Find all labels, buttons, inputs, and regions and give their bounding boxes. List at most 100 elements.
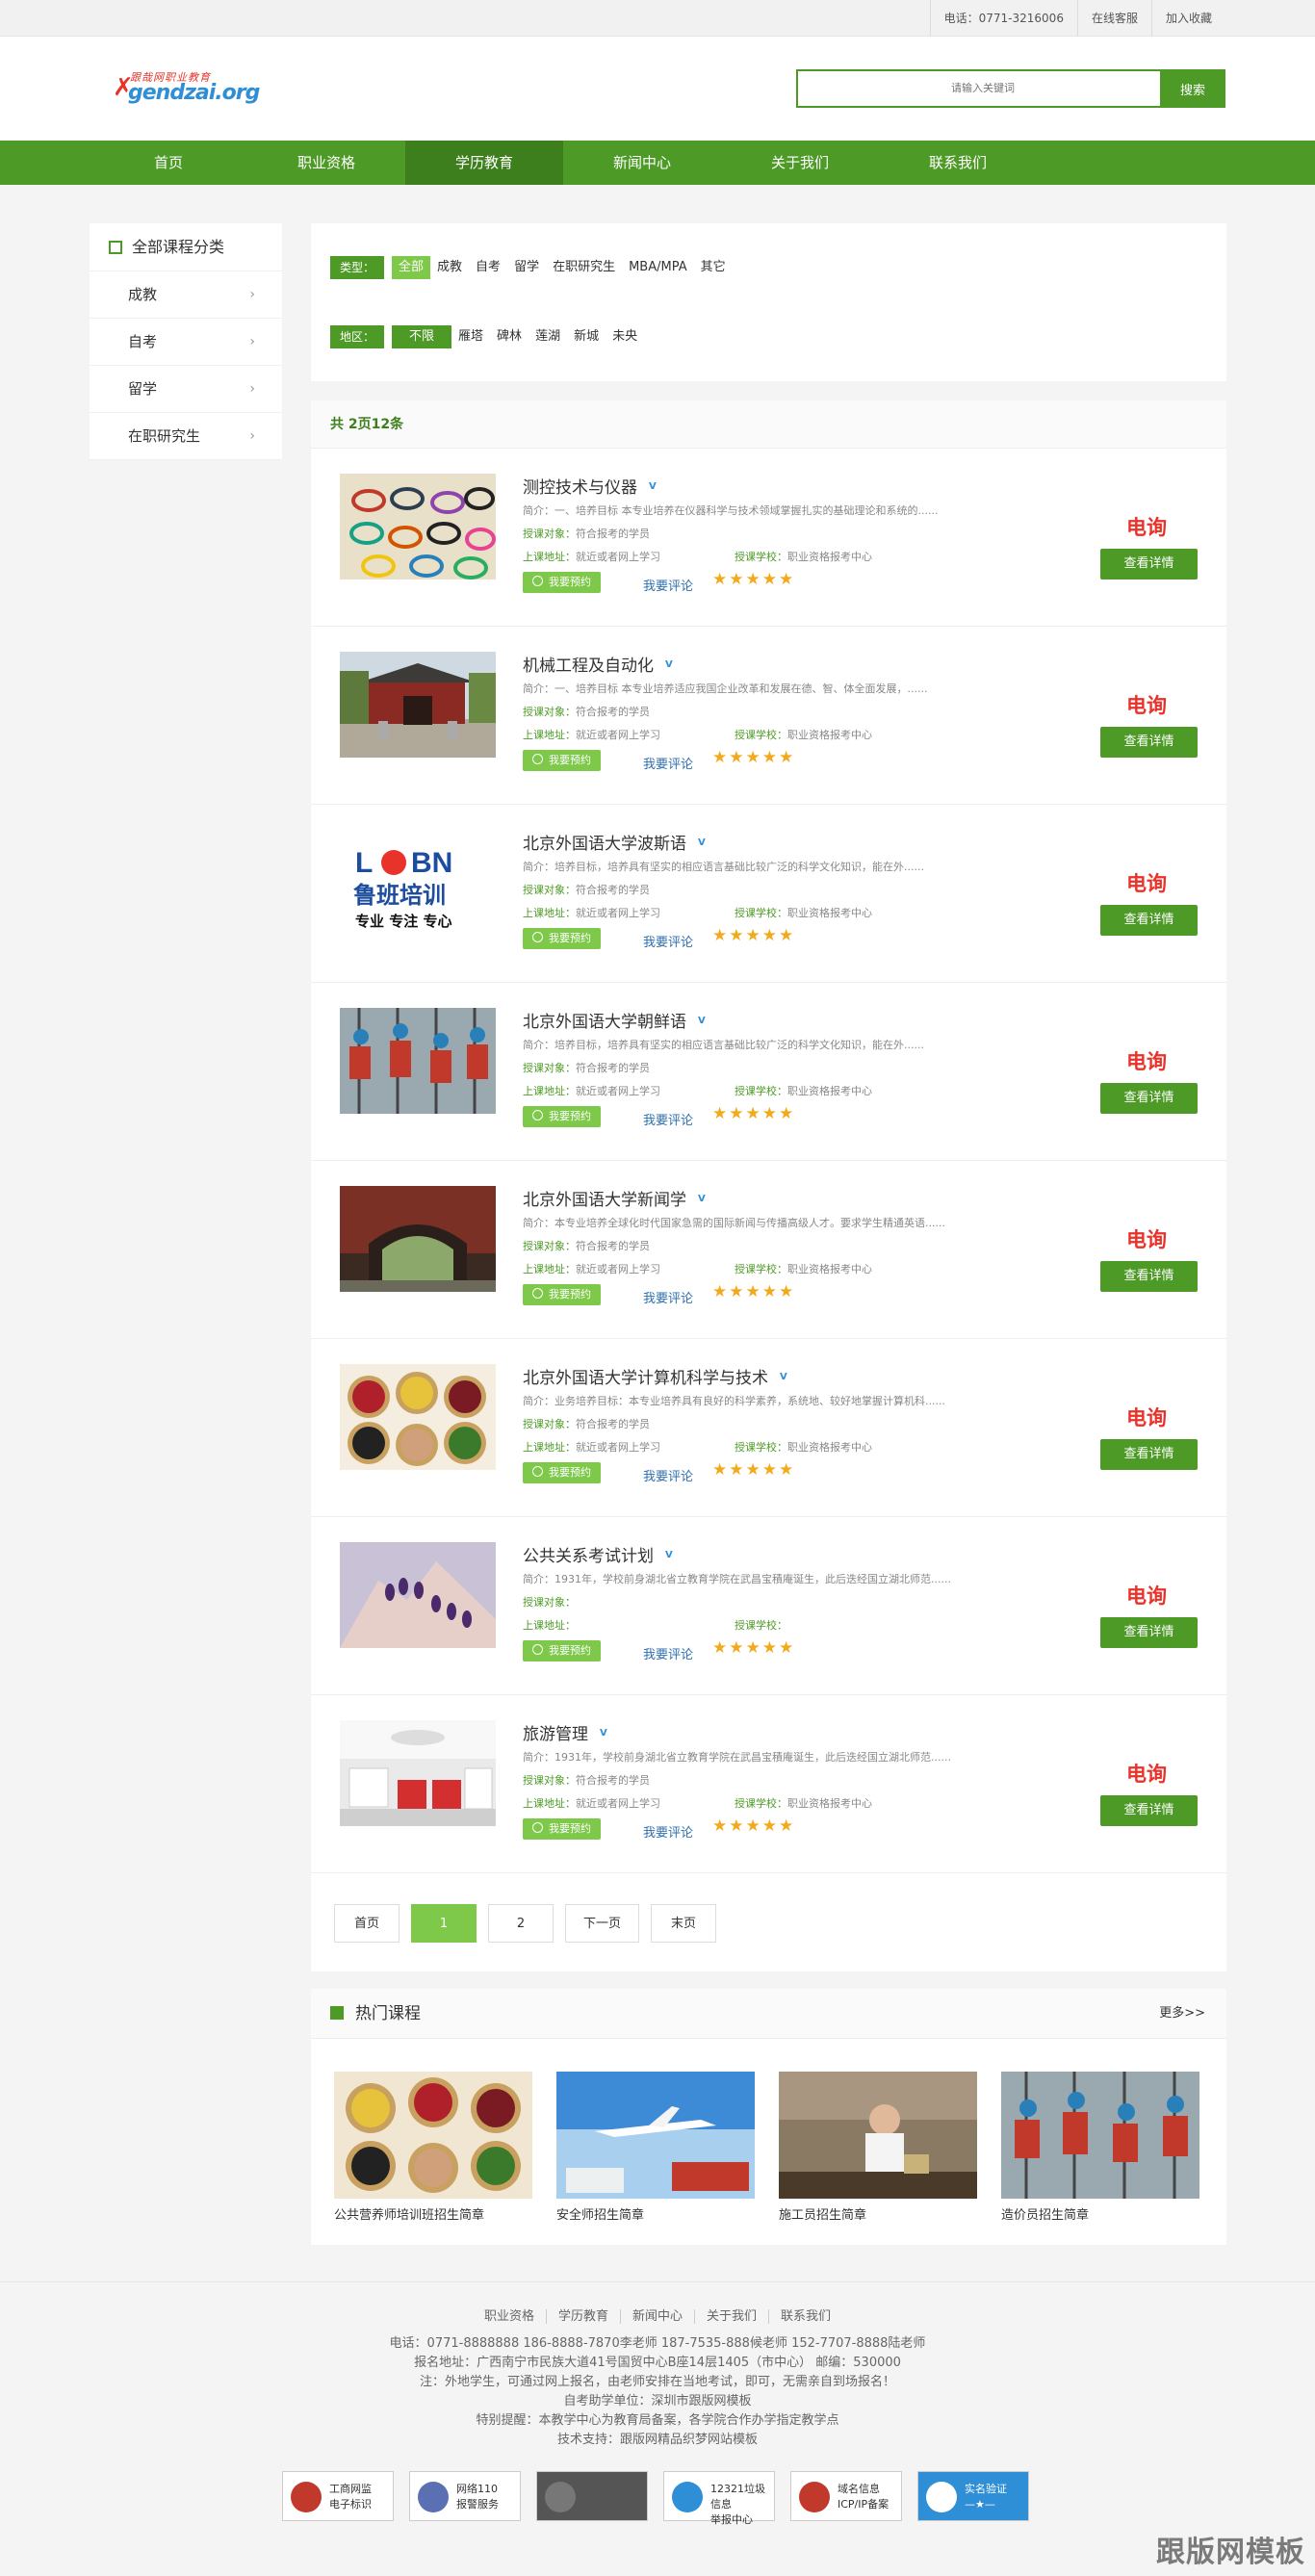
- course-title-text[interactable]: 测控技术与仪器: [523, 478, 637, 498]
- hot-course-image[interactable]: [1001, 2072, 1199, 2199]
- course-thumbnail[interactable]: [340, 1186, 496, 1292]
- view-detail-button[interactable]: 查看详情: [1100, 905, 1198, 936]
- search-button[interactable]: 搜索: [1160, 69, 1225, 108]
- certification-badge[interactable]: 实名验证 —★—: [917, 2471, 1029, 2521]
- area-filter-option[interactable]: 未央: [606, 325, 644, 348]
- book-button[interactable]: 我要预约: [523, 1640, 601, 1662]
- comment-link[interactable]: 我要评论: [643, 1466, 693, 1484]
- hot-course-image[interactable]: [334, 2072, 532, 2199]
- type-filter-option[interactable]: 自考: [469, 256, 507, 279]
- area-filter-option[interactable]: 新城: [567, 325, 606, 348]
- course-title-text[interactable]: 北京外国语大学朝鲜语: [523, 1013, 686, 1032]
- course-title-text[interactable]: 机械工程及自动化: [523, 657, 654, 676]
- hot-course-caption[interactable]: 造价员招生简章: [1001, 2204, 1199, 2223]
- course-thumbnail[interactable]: [340, 474, 496, 580]
- area-filter-option[interactable]: 雁塔: [451, 325, 490, 348]
- comment-link[interactable]: 我要评论: [643, 754, 693, 772]
- certification-badge[interactable]: 域名信息 ICP/IP备案: [790, 2471, 902, 2521]
- course-title[interactable]: 北京外国语大学波斯语 V: [523, 830, 706, 854]
- area-filter-option[interactable]: 不限: [392, 325, 452, 348]
- course-title[interactable]: 测控技术与仪器 V: [523, 474, 657, 498]
- type-filter-option[interactable]: 全部: [392, 256, 431, 279]
- comment-link[interactable]: 我要评论: [643, 1822, 693, 1841]
- course-thumbnail[interactable]: [340, 1542, 496, 1648]
- site-logo[interactable]: ✗ 跟哉网职业教育 gendzai.org: [113, 67, 260, 110]
- certification-badge[interactable]: [536, 2471, 648, 2521]
- book-button[interactable]: 我要预约: [523, 1818, 601, 1840]
- hot-course-caption[interactable]: 施工员招生简章: [779, 2204, 977, 2223]
- nav-item[interactable]: 联系我们: [879, 141, 1037, 185]
- nav-item[interactable]: 新闻中心: [563, 141, 721, 185]
- footer-link[interactable]: 联系我们: [769, 2309, 842, 2324]
- book-button[interactable]: 我要预约: [523, 928, 601, 949]
- course-title-text[interactable]: 公共关系考试计划: [523, 1547, 654, 1566]
- course-title-text[interactable]: 北京外国语大学计算机科学与技术: [523, 1369, 768, 1388]
- certification-badge[interactable]: 网络110 报警服务: [409, 2471, 521, 2521]
- course-title[interactable]: 公共关系考试计划 V: [523, 1542, 673, 1566]
- course-title[interactable]: 北京外国语大学朝鲜语 V: [523, 1008, 706, 1032]
- course-thumbnail[interactable]: [340, 1008, 496, 1114]
- course-title[interactable]: 机械工程及自动化 V: [523, 652, 673, 676]
- course-thumbnail[interactable]: [340, 652, 496, 758]
- book-button[interactable]: 我要预约: [523, 1106, 601, 1127]
- footer-link[interactable]: 关于我们: [695, 2309, 770, 2324]
- comment-link[interactable]: 我要评论: [643, 1110, 693, 1128]
- top-add-favorite-link[interactable]: 加入收藏: [1150, 0, 1225, 37]
- view-detail-button[interactable]: 查看详情: [1100, 1617, 1198, 1648]
- view-detail-button[interactable]: 查看详情: [1100, 1795, 1198, 1826]
- book-button[interactable]: 我要预约: [523, 1462, 601, 1483]
- sidebar-item[interactable]: 成教 ›: [90, 271, 282, 319]
- course-title[interactable]: 北京外国语大学计算机科学与技术 V: [523, 1364, 787, 1388]
- hot-more-link[interactable]: 更多>>: [1159, 1989, 1205, 2039]
- view-detail-button[interactable]: 查看详情: [1100, 549, 1198, 580]
- course-title[interactable]: 旅游管理 V: [523, 1720, 607, 1744]
- hot-course-item[interactable]: 施工员招生简章: [779, 2072, 977, 2223]
- nav-item[interactable]: 职业资格: [247, 141, 405, 185]
- hot-course-image[interactable]: [779, 2072, 977, 2199]
- sidebar-item[interactable]: 留学 ›: [90, 366, 282, 413]
- course-title-text[interactable]: 北京外国语大学新闻学: [523, 1191, 686, 1210]
- page-button[interactable]: 下一页: [565, 1904, 640, 1943]
- book-button[interactable]: 我要预约: [523, 1284, 601, 1305]
- footer-link[interactable]: 职业资格: [472, 2309, 547, 2324]
- page-button[interactable]: 首页: [334, 1904, 400, 1943]
- comment-link[interactable]: 我要评论: [643, 932, 693, 950]
- type-filter-option[interactable]: 在职研究生: [546, 256, 622, 279]
- comment-link[interactable]: 我要评论: [643, 1644, 693, 1662]
- top-online-service-link[interactable]: 在线客服: [1076, 0, 1151, 37]
- comment-link[interactable]: 我要评论: [643, 576, 693, 594]
- view-detail-button[interactable]: 查看详情: [1100, 1261, 1198, 1292]
- course-thumbnail[interactable]: [340, 1720, 496, 1826]
- course-thumbnail[interactable]: [340, 1364, 496, 1470]
- book-button[interactable]: 我要预约: [523, 750, 601, 771]
- course-title-text[interactable]: 北京外国语大学波斯语: [523, 835, 686, 854]
- view-detail-button[interactable]: 查看详情: [1100, 1083, 1198, 1114]
- type-filter-option[interactable]: 成教: [430, 256, 469, 279]
- page-button[interactable]: 1: [411, 1904, 477, 1943]
- type-filter-option[interactable]: 其它: [694, 256, 733, 279]
- page-button[interactable]: 2: [488, 1904, 554, 1943]
- page-button[interactable]: 末页: [651, 1904, 717, 1943]
- hot-course-item[interactable]: 公共营养师培训班招生简章: [334, 2072, 532, 2223]
- course-thumbnail[interactable]: L BN 鲁班培训 专业 专注 专心: [340, 830, 496, 936]
- view-detail-button[interactable]: 查看详情: [1100, 727, 1198, 758]
- nav-item[interactable]: 关于我们: [721, 141, 879, 185]
- certification-badge[interactable]: 12321垃圾信息 举报中心: [663, 2471, 775, 2526]
- area-filter-option[interactable]: 碑林: [490, 325, 529, 348]
- search-input[interactable]: [798, 71, 1156, 106]
- type-filter-option[interactable]: 留学: [507, 256, 546, 279]
- sidebar-item[interactable]: 自考 ›: [90, 319, 282, 366]
- course-title[interactable]: 北京外国语大学新闻学 V: [523, 1186, 706, 1210]
- book-button[interactable]: 我要预约: [523, 572, 601, 593]
- certification-badge[interactable]: 工商网监 电子标识: [282, 2471, 394, 2521]
- area-filter-option[interactable]: 莲湖: [529, 325, 567, 348]
- nav-item[interactable]: 首页: [90, 141, 247, 185]
- footer-link[interactable]: 新闻中心: [620, 2309, 695, 2324]
- hot-course-item[interactable]: 安全师招生简章: [556, 2072, 755, 2223]
- sidebar-item[interactable]: 在职研究生 ›: [90, 413, 282, 460]
- hot-course-image[interactable]: [556, 2072, 755, 2199]
- footer-link[interactable]: 学历教育: [546, 2309, 621, 2324]
- comment-link[interactable]: 我要评论: [643, 1288, 693, 1306]
- hot-course-caption[interactable]: 公共营养师培训班招生简章: [334, 2204, 532, 2223]
- view-detail-button[interactable]: 查看详情: [1100, 1439, 1198, 1470]
